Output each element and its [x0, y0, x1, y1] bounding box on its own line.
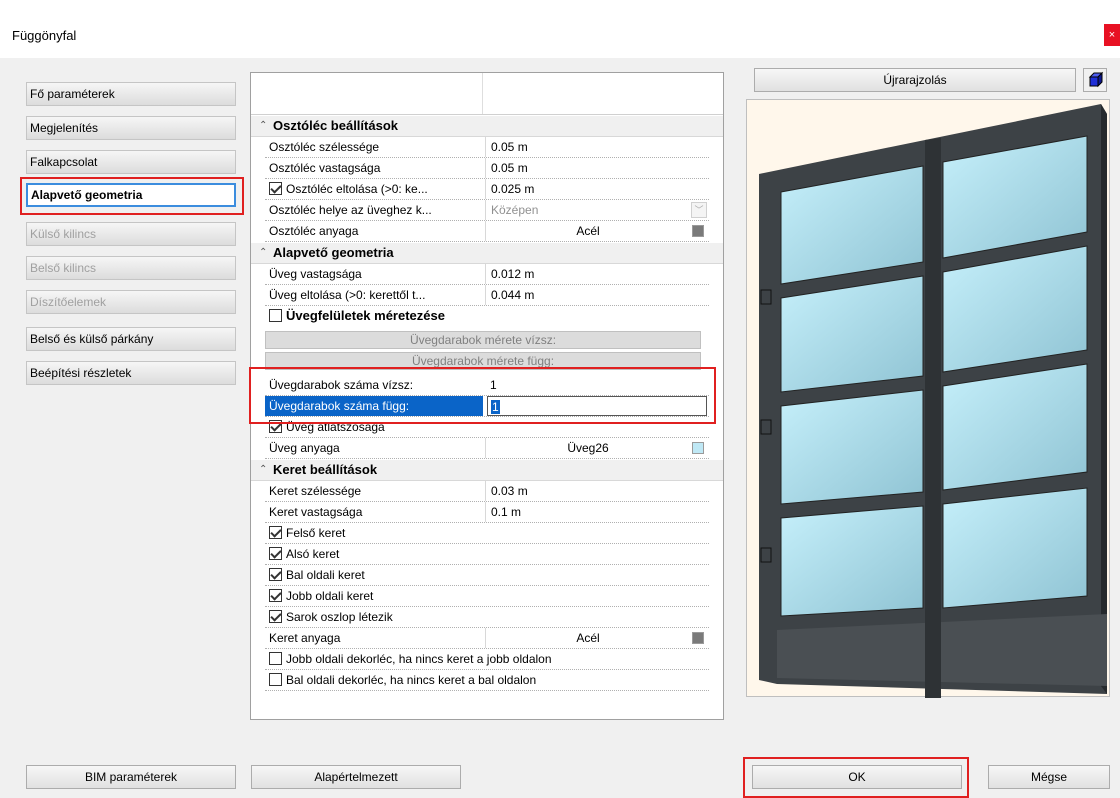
row-jobb-oldali-keret[interactable]: Jobb oldali keret	[265, 586, 709, 607]
title-bar: Függönyfal ×	[0, 0, 1120, 58]
row-keret-anyaga[interactable]: Keret anyaga Acél	[265, 628, 709, 649]
count-v-input[interactable]: 1	[487, 396, 707, 416]
row-count-v[interactable]: Üvegdarabok száma függ: 1	[265, 396, 709, 417]
row-keret-vastagsag[interactable]: Keret vastagsága 0.1 m	[265, 502, 709, 523]
sarok-oszlop-checkbox[interactable]	[269, 610, 282, 623]
jobb-dekorlec-checkbox[interactable]	[269, 652, 282, 665]
nav-falkapcsolat[interactable]: Falkapcsolat	[26, 150, 236, 174]
row-osztolec-eltolas[interactable]: Osztóléc eltolása (>0: ke... 0.025 m	[265, 179, 709, 200]
row-also-keret[interactable]: Alsó keret	[265, 544, 709, 565]
nav-belso-kilincs: Belső kilincs	[26, 256, 236, 280]
size-h-button: Üvegdarabok mérete vízsz:	[265, 331, 701, 349]
jobb-keret-checkbox[interactable]	[269, 589, 282, 602]
row-osztolec-vastagsag[interactable]: Osztóléc vastagsága 0.05 m	[265, 158, 709, 179]
section-osztolec[interactable]: ⌃ Osztóléc beállítások	[251, 116, 723, 137]
cube-icon[interactable]	[1083, 68, 1107, 92]
cancel-button[interactable]: Mégse	[988, 765, 1110, 789]
row-bal-dekorlec[interactable]: Bal oldali dekorléc, ha nincs keret a ba…	[265, 670, 709, 691]
bal-dekorlec-checkbox[interactable]	[269, 673, 282, 686]
property-grid: ⌃ Osztóléc beállítások Osztóléc szélessé…	[250, 72, 724, 720]
also-keret-checkbox[interactable]	[269, 547, 282, 560]
grid-header	[251, 73, 723, 115]
row-felso-keret[interactable]: Felső keret	[265, 523, 709, 544]
row-osztolec-szelesseg[interactable]: Osztóléc szélessége 0.05 m	[265, 137, 709, 158]
row-uveg-eltolas[interactable]: Üveg eltolása (>0: kerettől t... 0.044 m	[265, 285, 709, 306]
chevron-down-icon[interactable]: ﹀	[691, 202, 707, 218]
row-count-h[interactable]: Üvegdarabok száma vízsz: 1	[265, 375, 709, 396]
row-bal-oldali-keret[interactable]: Bal oldali keret	[265, 565, 709, 586]
window-title: Függönyfal	[12, 28, 77, 43]
row-uveg-vastagsag[interactable]: Üveg vastagsága 0.012 m	[265, 264, 709, 285]
nav-kulso-kilincs: Külső kilincs	[26, 222, 236, 246]
material-swatch-icon[interactable]	[692, 632, 704, 644]
bal-keret-checkbox[interactable]	[269, 568, 282, 581]
atlatszosag-checkbox[interactable]	[269, 420, 282, 433]
ok-button[interactable]: OK	[752, 765, 962, 789]
nav-diszitoelemek: Díszítőelemek	[26, 290, 236, 314]
row-uveg-atlatszosag[interactable]: Üveg átlátszósága	[265, 417, 709, 438]
row-osztolec-helye[interactable]: Osztóléc helye az üveghez k... Középen ﹀	[265, 200, 709, 221]
material-swatch-icon[interactable]	[692, 442, 704, 454]
collapse-icon: ⌃	[259, 120, 268, 131]
row-keret-szelesseg[interactable]: Keret szélessége 0.03 m	[265, 481, 709, 502]
nav-beepitesi-reszletek[interactable]: Beépítési részletek	[26, 361, 236, 385]
felso-keret-checkbox[interactable]	[269, 526, 282, 539]
collapse-icon: ⌃	[259, 247, 268, 258]
nav-belso-es-kulso-parkany[interactable]: Belső és külső párkány	[26, 327, 236, 351]
close-button[interactable]: ×	[1104, 24, 1120, 46]
osztolec-eltolas-checkbox[interactable]	[269, 182, 282, 195]
section-alapveto-geometria[interactable]: ⌃ Alapvető geometria	[251, 243, 723, 264]
size-v-button: Üvegdarabok mérete függ:	[265, 352, 701, 370]
bim-parameters-button[interactable]: BIM paraméterek	[26, 765, 236, 789]
collapse-icon: ⌃	[259, 464, 268, 475]
osztolec-helye-dropdown[interactable]: Középen ﹀	[485, 200, 709, 220]
row-sarok-oszlop[interactable]: Sarok oszlop létezik	[265, 607, 709, 628]
nav-fo-parameterek[interactable]: Fő paraméterek	[26, 82, 236, 106]
row-uveg-anyaga[interactable]: Üveg anyaga Üveg26	[265, 438, 709, 459]
default-button[interactable]: Alapértelmezett	[251, 765, 461, 789]
curtain-wall-preview	[759, 104, 1107, 698]
uvegfeluletek-checkbox[interactable]	[269, 309, 282, 322]
redraw-button[interactable]: Újrarajzolás	[754, 68, 1076, 92]
row-osztolec-anyaga[interactable]: Osztóléc anyaga Acél	[265, 221, 709, 242]
material-swatch-icon[interactable]	[692, 225, 704, 237]
section-keret[interactable]: ⌃ Keret beállítások	[251, 460, 723, 481]
row-uvegfeluletek-meretezese[interactable]: Üvegfelületek méretezése	[265, 306, 709, 327]
preview-panel[interactable]	[746, 99, 1110, 698]
row-jobb-dekorlec[interactable]: Jobb oldali dekorléc, ha nincs keret a j…	[265, 649, 709, 670]
nav-alapveto-geometria[interactable]: Alapvető geometria	[26, 183, 236, 207]
nav-megjelenites[interactable]: Megjelenítés	[26, 116, 236, 140]
